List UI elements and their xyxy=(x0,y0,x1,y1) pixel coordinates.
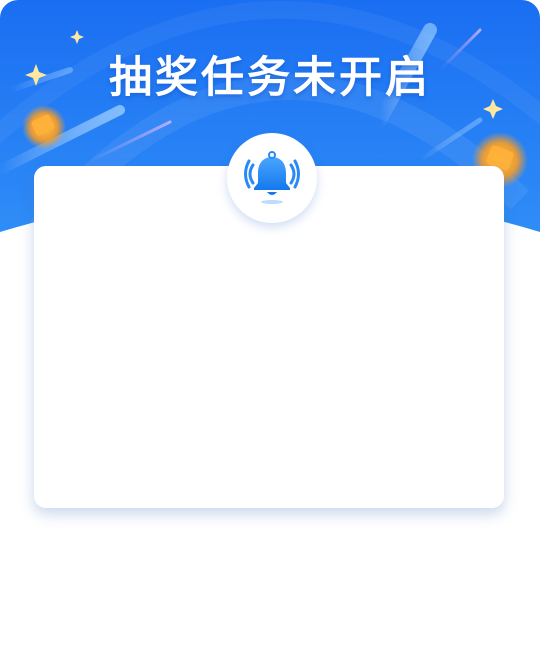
dialog-title: 抽奖任务未开启 xyxy=(109,53,431,103)
bell-ringing-icon xyxy=(244,151,300,204)
coin-icon xyxy=(22,105,66,149)
bell-badge xyxy=(227,133,317,223)
task-not-started-dialog: 抽奖任务未开启 xyxy=(0,0,540,664)
